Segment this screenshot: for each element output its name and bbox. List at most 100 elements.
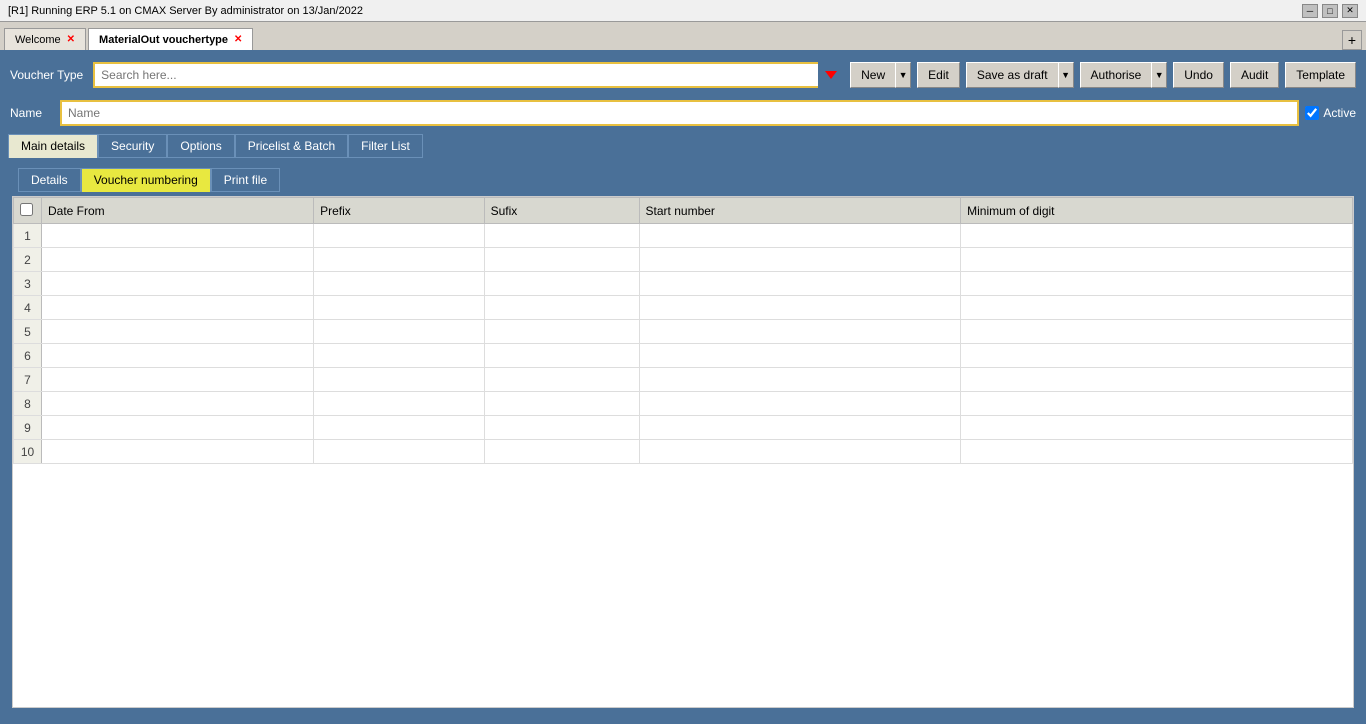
cell-prefix-2[interactable] [314,248,485,272]
cell-start-number-9[interactable] [639,416,961,440]
cell-sufix-4[interactable] [484,296,639,320]
cell-prefix-6[interactable] [314,344,485,368]
table-row: 3 [14,272,1353,296]
grid-header-checkbox-input[interactable] [20,203,33,216]
cell-start-number-10[interactable] [639,440,961,464]
cell-date-from-10[interactable] [42,440,314,464]
grid-header-min-digit: Minimum of digit [961,198,1353,224]
template-button[interactable]: Template [1285,62,1356,88]
cell-date-from-1[interactable] [42,224,314,248]
tab-welcome-close[interactable]: ✕ [67,34,75,45]
cell-min-digit-6[interactable] [961,344,1353,368]
cell-date-from-6[interactable] [42,344,314,368]
tab-welcome[interactable]: Welcome ✕ [4,28,86,50]
audit-button[interactable]: Audit [1230,62,1279,88]
cell-start-number-3[interactable] [639,272,961,296]
table-row: 5 [14,320,1353,344]
save-as-draft-button[interactable]: Save as draft [966,62,1058,88]
table-row: 7 [14,368,1353,392]
cell-min-digit-5[interactable] [961,320,1353,344]
cell-start-number-8[interactable] [639,392,961,416]
close-button[interactable]: ✕ [1342,4,1358,18]
tab-pricelist-batch[interactable]: Pricelist & Batch [235,134,348,158]
undo-button[interactable]: Undo [1173,62,1224,88]
grid-table: Date From Prefix Sufix Start number [13,197,1353,464]
sub-tab-details[interactable]: Details [18,168,81,192]
edit-button[interactable]: Edit [917,62,960,88]
cell-date-from-3[interactable] [42,272,314,296]
cell-prefix-7[interactable] [314,368,485,392]
cell-min-digit-10[interactable] [961,440,1353,464]
row-num-9: 9 [14,416,42,440]
cell-sufix-6[interactable] [484,344,639,368]
tab-add-button[interactable]: + [1342,30,1362,50]
cell-sufix-7[interactable] [484,368,639,392]
cell-min-digit-4[interactable] [961,296,1353,320]
cell-prefix-10[interactable] [314,440,485,464]
tab-welcome-label: Welcome [15,34,61,46]
cell-date-from-9[interactable] [42,416,314,440]
content-area: Voucher Type New ▼ Edit Save as draft ▼ … [0,50,1366,724]
main-tabs: Main details Security Options Pricelist … [8,134,1358,158]
cell-sufix-8[interactable] [484,392,639,416]
row-num-1: 1 [14,224,42,248]
cell-date-from-4[interactable] [42,296,314,320]
tab-main-details[interactable]: Main details [8,134,98,158]
cell-min-digit-8[interactable] [961,392,1353,416]
cell-start-number-2[interactable] [639,248,961,272]
authorise-arrow-button[interactable]: ▼ [1151,62,1167,88]
grid-header-checkbox [14,198,42,224]
cell-start-number-5[interactable] [639,320,961,344]
cell-min-digit-9[interactable] [961,416,1353,440]
cell-sufix-9[interactable] [484,416,639,440]
cell-sufix-2[interactable] [484,248,639,272]
active-checkbox[interactable] [1305,106,1319,120]
row-num-8: 8 [14,392,42,416]
search-dropdown-arrow[interactable] [818,62,844,88]
cell-min-digit-7[interactable] [961,368,1353,392]
tab-materialout[interactable]: MaterialOut vouchertype ✕ [88,28,253,50]
cell-date-from-2[interactable] [42,248,314,272]
cell-sufix-1[interactable] [484,224,639,248]
cell-start-number-7[interactable] [639,368,961,392]
cell-prefix-9[interactable] [314,416,485,440]
cell-min-digit-2[interactable] [961,248,1353,272]
tab-materialout-close[interactable]: ✕ [234,34,242,45]
grid-header-start-number: Start number [639,198,961,224]
cell-start-number-1[interactable] [639,224,961,248]
cell-prefix-8[interactable] [314,392,485,416]
cell-prefix-5[interactable] [314,320,485,344]
panel: Details Voucher numbering Print file [8,164,1358,716]
cell-sufix-10[interactable] [484,440,639,464]
cell-prefix-1[interactable] [314,224,485,248]
cell-start-number-4[interactable] [639,296,961,320]
cell-sufix-3[interactable] [484,272,639,296]
cell-prefix-4[interactable] [314,296,485,320]
cell-sufix-5[interactable] [484,320,639,344]
search-input[interactable] [93,62,844,88]
table-row: 4 [14,296,1353,320]
new-arrow-button[interactable]: ▼ [895,62,911,88]
tab-filter-list[interactable]: Filter List [348,134,423,158]
row-num-2: 2 [14,248,42,272]
cell-date-from-8[interactable] [42,392,314,416]
row-num-3: 3 [14,272,42,296]
cell-min-digit-1[interactable] [961,224,1353,248]
tab-materialout-label: MaterialOut vouchertype [99,34,228,46]
sub-tab-print-file[interactable]: Print file [211,168,280,192]
maximize-button[interactable]: □ [1322,4,1338,18]
tab-options[interactable]: Options [167,134,234,158]
cell-start-number-6[interactable] [639,344,961,368]
authorise-button[interactable]: Authorise [1080,62,1152,88]
table-row: 2 [14,248,1353,272]
new-button[interactable]: New [850,62,895,88]
cell-date-from-5[interactable] [42,320,314,344]
cell-date-from-7[interactable] [42,368,314,392]
name-input[interactable] [60,100,1299,126]
minimize-button[interactable]: ─ [1302,4,1318,18]
save-as-draft-arrow-button[interactable]: ▼ [1058,62,1074,88]
cell-min-digit-3[interactable] [961,272,1353,296]
tab-security[interactable]: Security [98,134,167,158]
cell-prefix-3[interactable] [314,272,485,296]
sub-tab-voucher-numbering[interactable]: Voucher numbering [81,168,211,192]
